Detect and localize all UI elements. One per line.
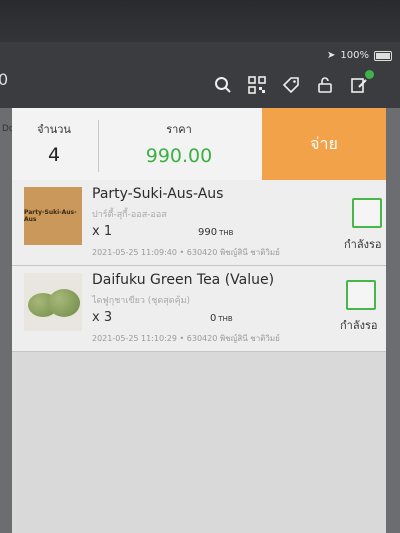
order-sheet: จำนวน 4 ราคา 990.00 จ่าย Party-Suki-Aus-… xyxy=(12,108,386,533)
item-currency: THB xyxy=(219,229,234,237)
meta-separator: • xyxy=(179,248,185,257)
price-value: 990.00 xyxy=(145,145,213,167)
quantity-label: จำนวน xyxy=(37,123,71,136)
order-item: Daifuku Green Tea (Value) ไดฟูกุชาเขียว … xyxy=(12,266,386,352)
item-status: กำลังรอ xyxy=(340,319,378,332)
item-subname: ปาร์ตี้-สุกี้-ออส-ออส xyxy=(92,210,167,220)
search-icon[interactable] xyxy=(212,74,234,96)
location-icon: ➤ xyxy=(327,50,336,61)
divider xyxy=(98,120,99,172)
background-right-panel xyxy=(386,108,400,533)
notification-badge xyxy=(365,70,374,79)
item-meta: 2021-05-25 11:09:40 • 630420 พิชญ์สินี ช… xyxy=(92,246,280,259)
background-left-panel xyxy=(0,108,12,533)
device-bezel xyxy=(0,0,400,42)
item-staff: 630420 พิชญ์สินี ชาติวิมย์ xyxy=(186,248,280,257)
order-summary: จำนวน 4 ราคา 990.00 จ่าย xyxy=(12,108,386,180)
item-name: Party-Suki-Aus-Aus xyxy=(92,186,224,202)
quantity-value: 4 xyxy=(47,144,61,166)
item-price-value: 0 xyxy=(210,313,217,324)
topbar-left-value: 0 xyxy=(0,70,9,89)
price-label: ราคา xyxy=(166,123,192,136)
item-meta: 2021-05-25 11:10:29 • 630420 พิชญ์สินี ช… xyxy=(92,332,280,345)
item-checkbox[interactable] xyxy=(352,198,382,228)
item-status: กำลังรอ xyxy=(344,238,382,251)
toolbar-icons xyxy=(212,70,374,96)
product-thumbnail xyxy=(24,273,82,331)
pay-button[interactable]: จ่าย xyxy=(262,108,386,180)
unlock-icon[interactable] xyxy=(314,74,336,96)
item-checkbox[interactable] xyxy=(346,280,376,310)
item-name: Daifuku Green Tea (Value) xyxy=(92,272,275,288)
item-datetime: 2021-05-25 11:10:29 xyxy=(92,334,177,343)
order-item-list: Party-Suki-Aus-Aus Party-Suki-Aus-Aus ปา… xyxy=(12,180,386,352)
item-currency: THB xyxy=(218,315,233,323)
edit-icon[interactable] xyxy=(348,70,374,96)
item-subname: ไดฟูกุชาเขียว (ชุดสุดคุ้ม) xyxy=(92,296,191,306)
daifuku-image xyxy=(48,289,80,317)
item-staff: 630420 พิชญ์สินี ชาติวิมย์ xyxy=(186,334,280,343)
item-datetime: 2021-05-25 11:09:40 xyxy=(92,248,177,257)
battery-icon xyxy=(374,50,392,61)
battery-percent: 100% xyxy=(340,50,369,61)
item-price: 990 THB xyxy=(198,227,233,238)
tag-icon[interactable] xyxy=(280,74,302,96)
status-bar: ➤ 100% xyxy=(327,50,392,61)
item-price: 0 THB xyxy=(210,313,233,324)
qr-scan-icon[interactable] xyxy=(246,74,268,96)
meta-separator: • xyxy=(179,334,185,343)
order-item: Party-Suki-Aus-Aus Party-Suki-Aus-Aus ปา… xyxy=(12,180,386,266)
product-thumbnail: Party-Suki-Aus-Aus xyxy=(24,187,82,245)
item-quantity: x 3 xyxy=(92,310,113,325)
item-price-value: 990 xyxy=(198,227,218,238)
item-quantity: x 1 xyxy=(92,224,113,239)
thumbnail-text: Party-Suki-Aus-Aus xyxy=(24,209,77,223)
